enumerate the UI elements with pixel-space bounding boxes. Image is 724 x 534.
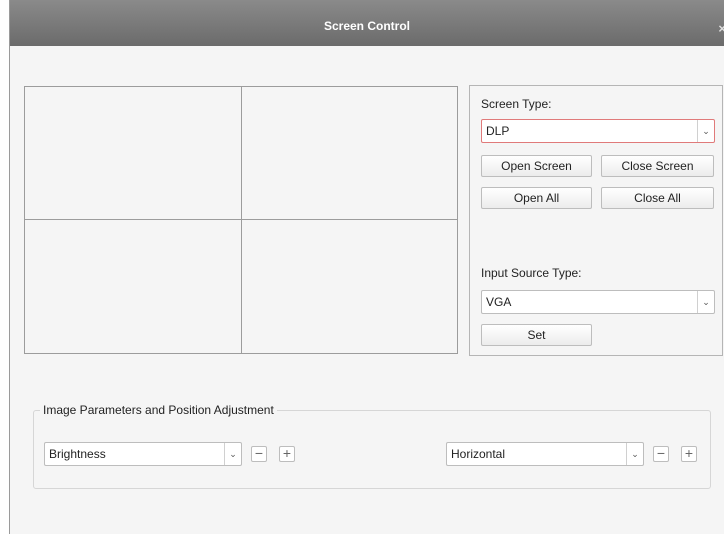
screen-control-window: Screen Control × Screen Type: DLP ⌄ Open… [9, 0, 724, 534]
image-parameter-select[interactable]: Brightness ⌄ [44, 442, 242, 466]
input-source-type-label: Input Source Type: [481, 266, 582, 280]
minus-icon[interactable]: − [653, 446, 669, 462]
input-source-type-select[interactable]: VGA ⌄ [481, 290, 715, 314]
close-icon[interactable]: × [718, 22, 724, 36]
screen-cell-1[interactable] [25, 87, 242, 220]
open-screen-button[interactable]: Open Screen [481, 155, 592, 177]
chevron-down-icon[interactable]: ⌄ [697, 120, 714, 142]
screen-grid [24, 86, 458, 354]
image-parameter-value: Brightness [49, 447, 106, 461]
set-button[interactable]: Set [481, 324, 592, 346]
chevron-down-icon[interactable]: ⌄ [626, 443, 643, 465]
screen-settings-panel: Screen Type: DLP ⌄ Open Screen Close Scr… [469, 85, 723, 356]
screen-cell-3[interactable] [25, 220, 242, 353]
chevron-down-icon[interactable]: ⌄ [224, 443, 241, 465]
position-adjust-value: Horizontal [451, 447, 506, 461]
open-all-button[interactable]: Open All [481, 187, 592, 209]
close-all-button[interactable]: Close All [601, 187, 714, 209]
input-source-type-value: VGA [486, 295, 512, 309]
screen-type-label: Screen Type: [481, 97, 552, 111]
screen-type-value: DLP [486, 124, 510, 138]
screen-cell-2[interactable] [242, 87, 457, 220]
plus-icon[interactable]: + [279, 446, 295, 462]
title-bar: Screen Control × [10, 0, 724, 46]
screen-type-select[interactable]: DLP ⌄ [481, 119, 715, 143]
screen-cell-4[interactable] [242, 220, 457, 353]
chevron-down-icon[interactable]: ⌄ [697, 291, 714, 313]
plus-icon[interactable]: + [681, 446, 697, 462]
minus-icon[interactable]: − [251, 446, 267, 462]
window-title: Screen Control [323, 19, 410, 33]
close-screen-button[interactable]: Close Screen [601, 155, 714, 177]
position-adjust-select[interactable]: Horizontal ⌄ [446, 442, 644, 466]
image-parameters-legend: Image Parameters and Position Adjustment [40, 403, 277, 417]
